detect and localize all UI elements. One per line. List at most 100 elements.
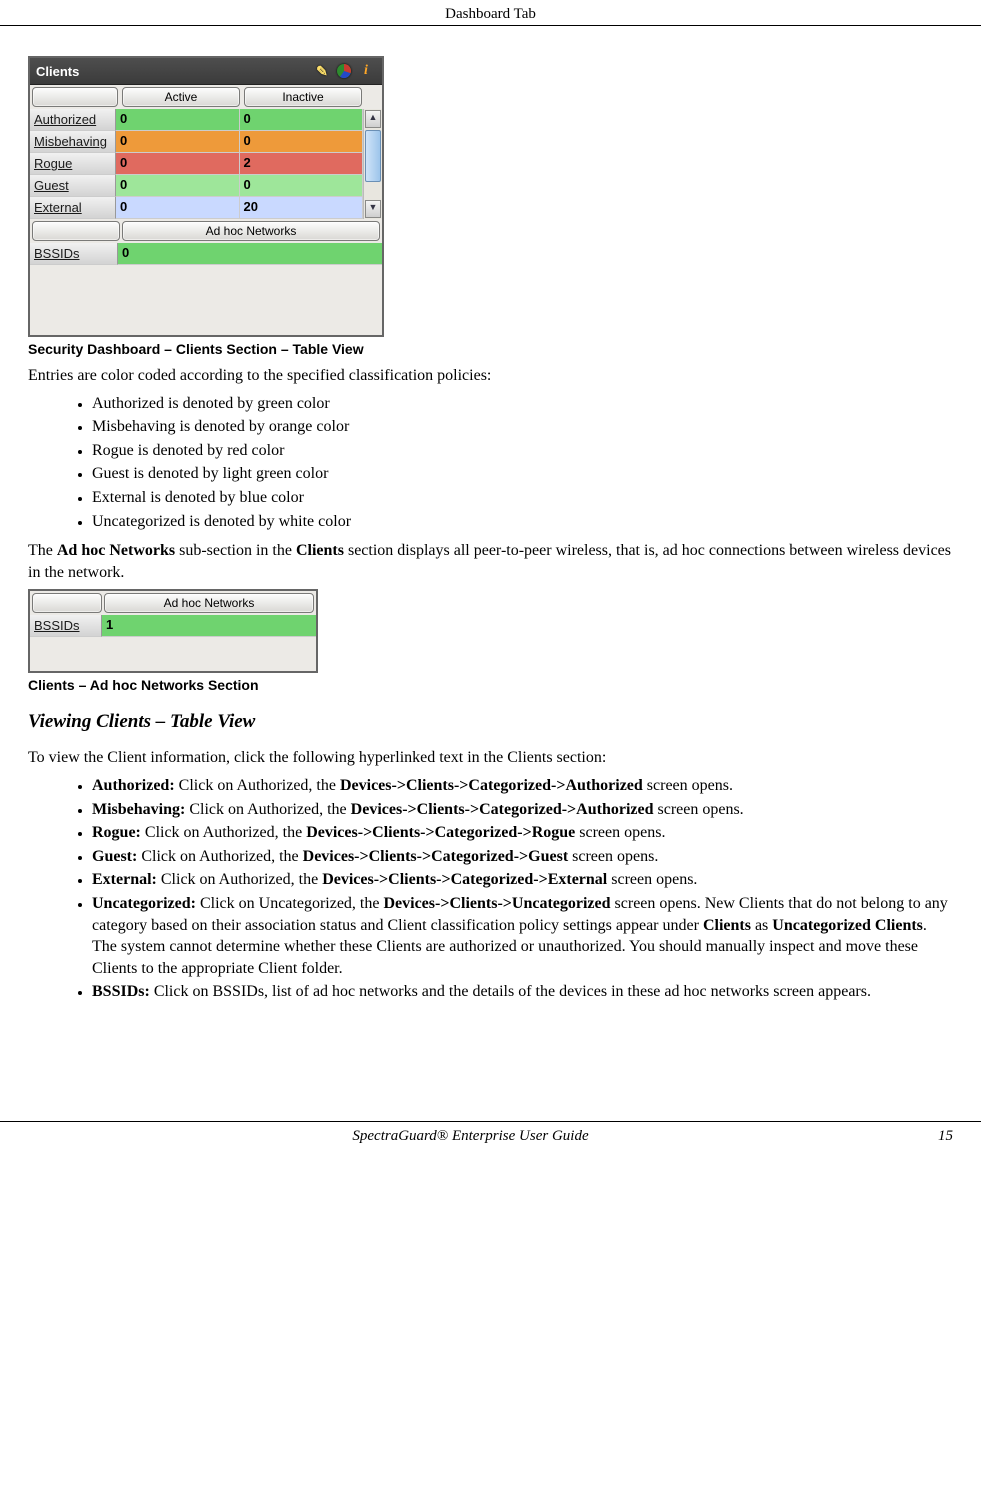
text: screen opens.: [568, 848, 658, 865]
scroll-up-icon[interactable]: ▲: [365, 110, 381, 128]
list-item: Authorized: Click on Authorized, the Dev…: [92, 775, 953, 797]
row-rogue: Rogue 0 2: [30, 153, 363, 175]
item-label: Rogue:: [92, 824, 141, 841]
adhoc-paragraph: The Ad hoc Networks sub-section in the C…: [28, 540, 953, 583]
header-blank: [32, 87, 118, 107]
page-footer: SpectraGuard® Enterprise User Guide 15: [0, 1121, 981, 1145]
nav-path: Devices->Clients->Categorized->External: [322, 871, 607, 888]
bssids-value[interactable]: 0: [118, 243, 382, 265]
cell-value[interactable]: 0: [116, 153, 240, 175]
adhoc-networks-button[interactable]: Ad hoc Networks: [122, 221, 380, 241]
text: sub-section in the: [175, 542, 296, 559]
item-label: Authorized:: [92, 777, 175, 794]
text: The: [28, 542, 57, 559]
nav-path: Devices->Clients->Categorized->Authorize…: [340, 777, 643, 794]
clients-widget: Clients ✎ i Active Inactive Authorized 0…: [28, 56, 384, 337]
link-guest[interactable]: Guest: [30, 175, 116, 197]
bssids-value[interactable]: 1: [102, 615, 316, 637]
item-label: BSSIDs:: [92, 983, 150, 1000]
list-item: Guest: Click on Authorized, the Devices-…: [92, 846, 953, 868]
text: as: [751, 917, 772, 934]
list-item: BSSIDs: Click on BSSIDs, list of ad hoc …: [92, 981, 953, 1003]
list-item: Misbehaving: Click on Authorized, the De…: [92, 799, 953, 821]
text: Click on BSSIDs, list of ad hoc networks…: [150, 983, 871, 1000]
nav-path: Devices->Clients->Categorized->Rogue: [306, 824, 575, 841]
figure-caption: Security Dashboard – Clients Section – T…: [28, 341, 953, 357]
text: screen opens.: [643, 777, 733, 794]
nav-path: Devices->Clients->Uncategorized: [383, 895, 610, 912]
list-item: Guest is denoted by light green color: [92, 463, 953, 485]
column-active[interactable]: Active: [122, 87, 240, 107]
notes-icon[interactable]: ✎: [312, 62, 332, 80]
widget-empty-area: [30, 637, 316, 671]
cell-value[interactable]: 20: [240, 197, 364, 219]
item-label: Misbehaving:: [92, 801, 185, 818]
text: screen opens.: [607, 871, 697, 888]
text: Click on Authorized, the: [141, 824, 306, 841]
link-bssids[interactable]: BSSIDs: [30, 615, 102, 637]
list-item: Uncategorized: Click on Uncategorized, t…: [92, 893, 953, 979]
cell-value[interactable]: 0: [240, 109, 364, 131]
nav-path: Devices->Clients->Categorized->Guest: [303, 848, 569, 865]
row-guest: Guest 0 0: [30, 175, 363, 197]
nav-intro: To view the Client information, click th…: [28, 747, 953, 769]
text: screen opens.: [575, 824, 665, 841]
cell-value[interactable]: 0: [116, 109, 240, 131]
link-external[interactable]: External: [30, 197, 116, 219]
cell-value[interactable]: 0: [116, 131, 240, 153]
bold-text: Clients: [703, 917, 751, 934]
link-rogue[interactable]: Rogue: [30, 153, 116, 175]
adhoc-widget: Ad hoc Networks BSSIDs 1: [28, 589, 318, 673]
bold-text: Ad hoc Networks: [57, 542, 175, 559]
cell-value[interactable]: 0: [240, 175, 364, 197]
adhoc-blank: [32, 593, 102, 613]
list-item: Rogue is denoted by red color: [92, 440, 953, 462]
intro-paragraph: Entries are color coded according to the…: [28, 365, 953, 387]
text: screen opens.: [653, 801, 743, 818]
widget-titlebar: Clients ✎ i: [30, 58, 382, 85]
color-legend-list: Authorized is denoted by green color Mis…: [28, 393, 953, 533]
cell-value[interactable]: 0: [116, 197, 240, 219]
link-authorized[interactable]: Authorized: [30, 109, 116, 131]
text: Click on Uncategorized, the: [196, 895, 384, 912]
scroll-down-icon[interactable]: ▼: [365, 200, 381, 218]
text: Click on Authorized, the: [137, 848, 302, 865]
adhoc-header-row: Ad hoc Networks: [30, 591, 316, 615]
page-number: 15: [913, 1128, 953, 1145]
row-misbehaving: Misbehaving 0 0: [30, 131, 363, 153]
cell-value[interactable]: 0: [116, 175, 240, 197]
cell-value[interactable]: 0: [240, 131, 364, 153]
cell-value[interactable]: 2: [240, 153, 364, 175]
row-external: External 0 20: [30, 197, 363, 219]
pie-chart-icon[interactable]: [334, 62, 354, 80]
list-item: Authorized is denoted by green color: [92, 393, 953, 415]
nav-list: Authorized: Click on Authorized, the Dev…: [28, 775, 953, 1003]
text: Click on Authorized, the: [157, 871, 322, 888]
list-item: Uncategorized is denoted by white color: [92, 511, 953, 533]
item-label: Guest:: [92, 848, 137, 865]
list-item: Misbehaving is denoted by orange color: [92, 416, 953, 438]
item-label: Uncategorized:: [92, 895, 196, 912]
running-header: Dashboard Tab: [0, 0, 981, 26]
list-item: External: Click on Authorized, the Devic…: [92, 869, 953, 891]
list-item: External is denoted by blue color: [92, 487, 953, 509]
section-heading: Viewing Clients – Table View: [28, 711, 953, 733]
row-authorized: Authorized 0 0: [30, 109, 363, 131]
text: Click on Authorized, the: [175, 777, 340, 794]
column-inactive[interactable]: Inactive: [244, 87, 362, 107]
adhoc-networks-button[interactable]: Ad hoc Networks: [104, 593, 314, 613]
vertical-scrollbar[interactable]: ▲ ▼: [363, 109, 382, 219]
widget-empty-area: [30, 265, 382, 335]
link-misbehaving[interactable]: Misbehaving: [30, 131, 116, 153]
row-bssids: BSSIDs 1: [30, 615, 316, 637]
nav-path: Devices->Clients->Categorized->Authorize…: [351, 801, 654, 818]
bold-text: Uncategorized Clients: [772, 917, 923, 934]
figure-caption: Clients – Ad hoc Networks Section: [28, 677, 953, 693]
bold-text: Clients: [296, 542, 344, 559]
link-bssids[interactable]: BSSIDs: [30, 243, 118, 265]
list-item: Rogue: Click on Authorized, the Devices-…: [92, 822, 953, 844]
text: Click on Authorized, the: [185, 801, 350, 818]
scroll-thumb[interactable]: [365, 130, 381, 182]
footer-title: SpectraGuard® Enterprise User Guide: [28, 1128, 913, 1145]
info-icon[interactable]: i: [356, 62, 376, 80]
